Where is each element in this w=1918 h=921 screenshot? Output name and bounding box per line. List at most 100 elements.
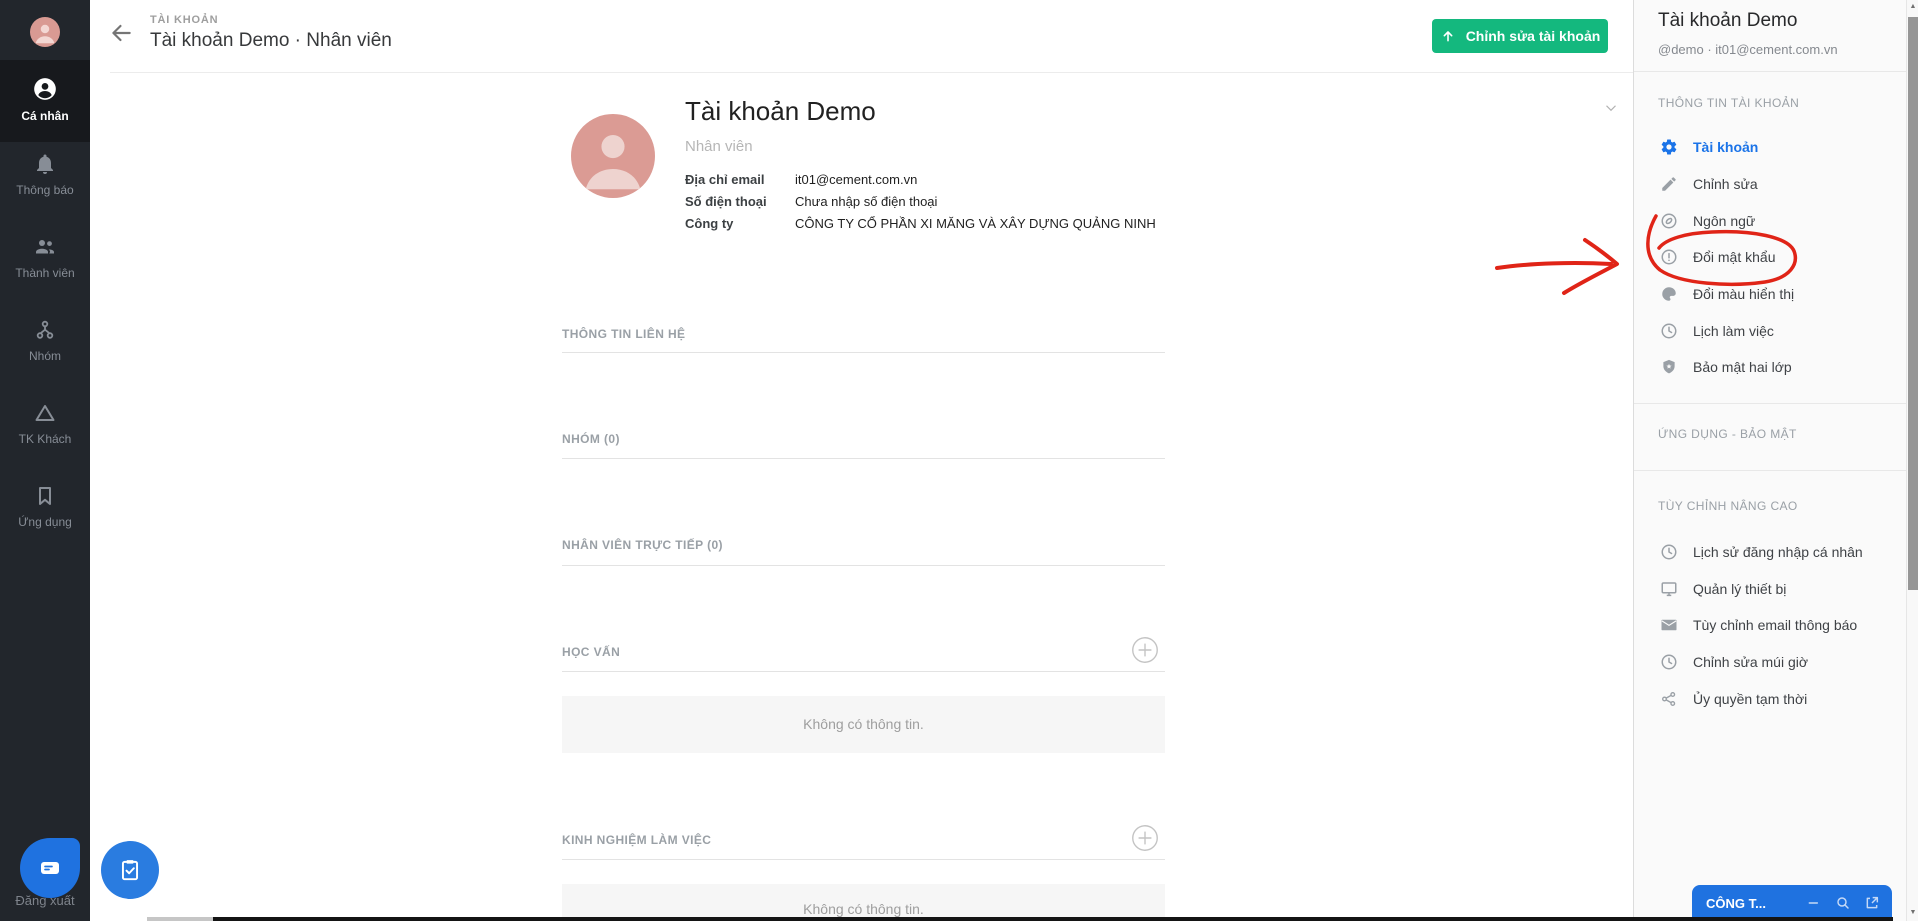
profile-field-row: Số điện thoại Chưa nhập số điện thoại: [685, 190, 1156, 212]
edit-account-button[interactable]: Chỉnh sửa tài khoản: [1432, 19, 1608, 53]
sidebar-item-label: Ứng dụng: [18, 515, 72, 529]
section-title-group: NHÓM (0): [562, 432, 620, 446]
panel-account-subtitle: @demo · it01@cement.com.vn: [1658, 42, 1838, 57]
divider: [562, 671, 1165, 672]
add-experience-button[interactable]: [1131, 824, 1159, 852]
panel-item-work-schedule[interactable]: Lịch làm việc: [1634, 312, 1907, 349]
divider: [562, 458, 1165, 459]
panel-item-label: Đổi màu hiển thị: [1693, 285, 1795, 302]
panel-item-change-password[interactable]: Đổi mật khẩu: [1634, 238, 1907, 275]
scroll-down-arrow[interactable]: ▼: [1907, 909, 1918, 916]
account-page: Cá nhân Thông báo Thành viên Nhóm TK Khá…: [0, 0, 1918, 921]
history-icon: [1660, 543, 1678, 561]
section-title-experience: KINH NGHIỆM LÀM VIỆC: [562, 833, 712, 847]
section-title-direct-staff: NHÂN VIÊN TRỰC TIẾP (0): [562, 538, 723, 552]
panel-item-two-factor[interactable]: Bảo mật hai lớp: [1634, 348, 1907, 385]
sidebar-item-label: TK Khách: [18, 432, 72, 446]
sidebar-item-guest-accounts[interactable]: TK Khách: [0, 401, 90, 446]
minimize-icon[interactable]: [1806, 895, 1822, 911]
experience-empty-state: Không có thông tin.: [562, 884, 1165, 921]
divider: [1634, 71, 1907, 72]
panel-item-email-notifications[interactable]: Tùy chỉnh email thông báo: [1634, 606, 1907, 643]
scrollbar-thumb[interactable]: [1908, 17, 1918, 590]
panel-item-login-history[interactable]: Lịch sử đăng nhập cá nhân: [1634, 533, 1907, 570]
panel-item-label: Chỉnh sửa múi giờ: [1693, 653, 1809, 670]
chat-dock-controls: [1806, 895, 1880, 911]
panel-account-name: Tài khoản Demo: [1658, 10, 1798, 31]
palette-icon: [1660, 285, 1678, 303]
tasks-button[interactable]: [101, 841, 159, 899]
chat-launcher-button[interactable]: [20, 838, 80, 898]
plus-circle-icon: [1132, 637, 1158, 663]
sidebar-item-apps[interactable]: Ứng dụng: [0, 484, 90, 529]
panel-item-device-management[interactable]: Quản lý thiết bị: [1634, 570, 1907, 607]
panel-item-label: Lịch sử đăng nhập cá nhân: [1693, 543, 1863, 560]
right-panel: Tài khoản Demo @demo · it01@cement.com.v…: [1633, 0, 1918, 921]
panel-item-account[interactable]: Tài khoản: [1634, 128, 1907, 165]
breadcrumb: TÀI KHOẢN: [150, 14, 219, 26]
shield-icon: [1660, 358, 1678, 376]
profile-name: Tài khoản Demo: [685, 96, 876, 126]
panel-section-advanced: TÙY CHỈNH NÂNG CAO: [1658, 499, 1798, 513]
section-title-contact: THÔNG TIN LIÊN HỆ: [562, 327, 686, 341]
profile-field-row: Công ty CÔNG TY CỔ PHẦN XI MĂNG VÀ XÂY D…: [685, 212, 1156, 234]
divider: [562, 859, 1165, 860]
field-value: Chưa nhập số điện thoại: [795, 193, 938, 209]
triangle-icon: [35, 405, 55, 421]
sidebar-item-label: Cá nhân: [21, 109, 69, 123]
panel-section-app-security: ỨNG DỤNG - BẢO MẬT: [1658, 427, 1797, 441]
profile-fields: Địa chỉ email it01@cement.com.vn Số điện…: [685, 168, 1156, 234]
clock-icon: [1660, 322, 1678, 340]
clock-icon: [1660, 653, 1678, 671]
gear-icon: [1660, 138, 1678, 156]
divider: [1634, 470, 1907, 471]
pencil-icon: [1660, 175, 1678, 193]
sidebar-item-label: Thành viên: [15, 266, 75, 280]
header-divider: [110, 72, 1633, 73]
profile-role: Nhân viên: [685, 138, 753, 155]
sidebar-item-personal[interactable]: Cá nhân: [0, 60, 90, 142]
sidebar-item-groups[interactable]: Nhóm: [0, 318, 90, 363]
panel-item-timezone[interactable]: Chỉnh sửa múi giờ: [1634, 643, 1907, 680]
bookmark-icon: [39, 487, 51, 505]
panel-item-label: Tùy chỉnh email thông báo: [1693, 616, 1858, 633]
panel-item-language[interactable]: Ngôn ngữ: [1634, 202, 1907, 239]
sidebar-item-members[interactable]: Thành viên: [0, 235, 90, 280]
education-empty-state: Không có thông tin.: [562, 696, 1165, 753]
org-icon: [36, 320, 54, 339]
profile-field-row: Địa chỉ email it01@cement.com.vn: [685, 168, 1156, 190]
scroll-up-arrow[interactable]: ▲: [1907, 3, 1918, 10]
panel-item-label: Đổi mật khẩu: [1693, 248, 1776, 265]
scrollbar[interactable]: ▲ ▼: [1906, 0, 1918, 921]
field-label: Địa chỉ email: [685, 171, 765, 187]
collapse-profile-button[interactable]: [1602, 99, 1620, 117]
expand-icon[interactable]: [1864, 895, 1880, 911]
sidebar-item-notifications[interactable]: Thông báo: [0, 152, 90, 197]
field-value: CÔNG TY CỔ PHẦN XI MĂNG VÀ XÂY DỰNG QUẢN…: [795, 215, 1156, 231]
user-avatar[interactable]: [30, 17, 60, 47]
edit-account-label: Chỉnh sửa tài khoản: [1465, 28, 1601, 44]
panel-item-temporary-delegation[interactable]: Ủy quyền tạm thời: [1634, 680, 1907, 717]
alert-circle-icon: [1660, 248, 1678, 266]
chat-dock[interactable]: CÔNG T...: [1692, 885, 1892, 921]
chevron-down-icon: [1606, 105, 1616, 112]
field-label: Số điện thoại: [685, 193, 767, 209]
back-button[interactable]: [108, 20, 134, 46]
monitor-icon: [1660, 580, 1678, 598]
arrow-up-icon: [1443, 31, 1453, 42]
bottom-scroll-track[interactable]: [147, 917, 213, 921]
sidebar-item-label: Thông báo: [16, 183, 74, 197]
profile-avatar[interactable]: [571, 114, 655, 198]
mail-icon: [1660, 616, 1678, 634]
divider: [562, 565, 1165, 566]
panel-item-label: Ủy quyền tạm thời: [1693, 690, 1808, 707]
panel-item-edit[interactable]: Chỉnh sửa: [1634, 165, 1907, 202]
divider: [1634, 403, 1907, 404]
arrow-left-icon: [112, 24, 131, 42]
person-silhouette-icon: [585, 135, 641, 190]
add-education-button[interactable]: [1131, 636, 1159, 664]
search-icon[interactable]: [1835, 895, 1851, 911]
panel-section-account-info: THÔNG TIN TÀI KHOẢN: [1658, 96, 1800, 110]
bell-icon: [37, 154, 53, 174]
panel-item-display-color[interactable]: Đổi màu hiển thị: [1634, 275, 1907, 312]
